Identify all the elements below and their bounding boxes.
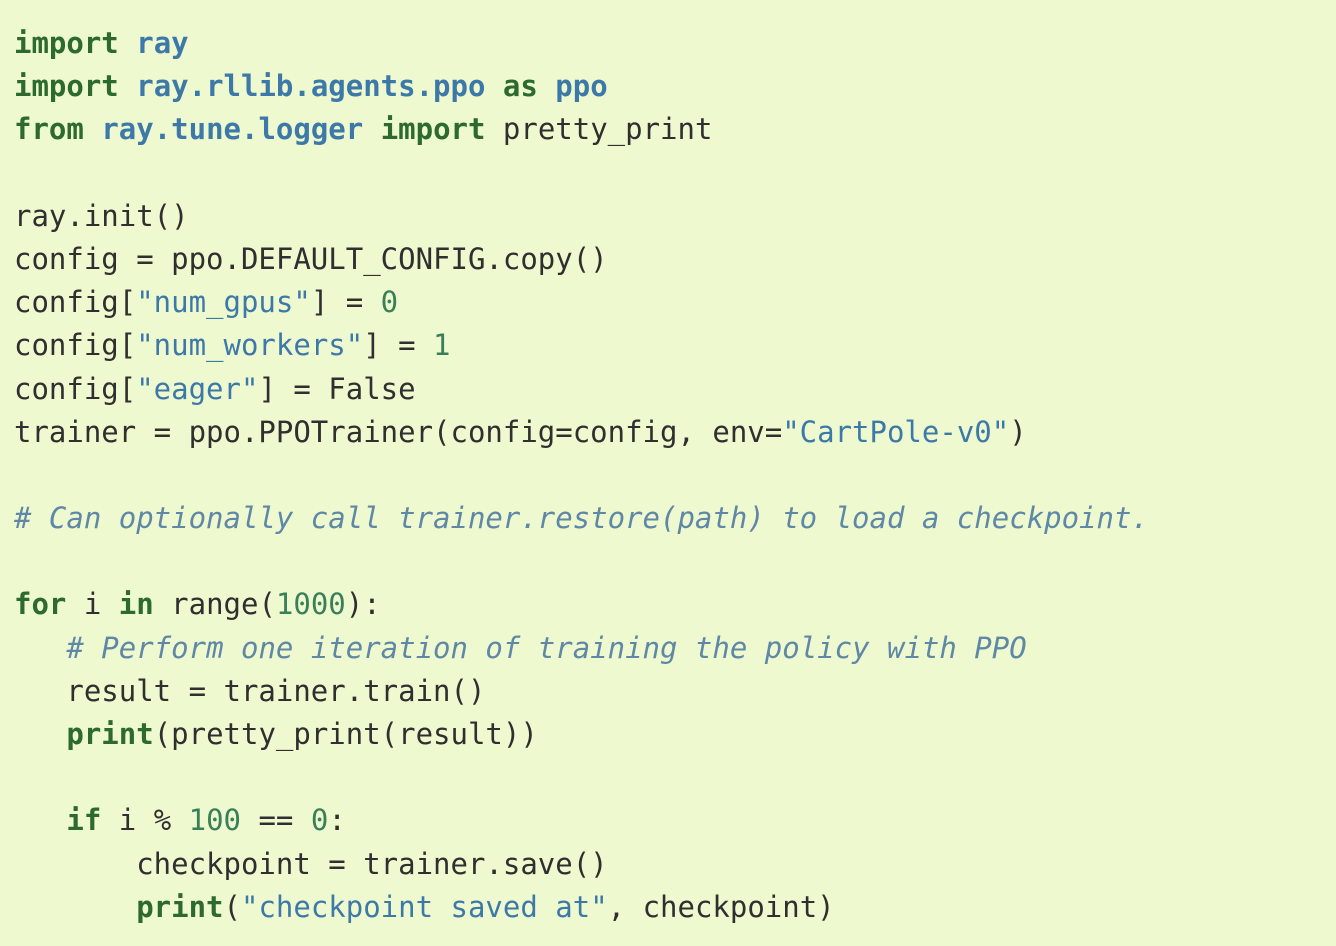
code-token-kw: for xyxy=(14,587,67,622)
code-token-plain: pretty_print xyxy=(485,112,713,147)
code-token-mod: ppo xyxy=(555,69,608,104)
code-line: # Can optionally call trainer.restore(pa… xyxy=(14,497,1336,540)
code-token-str: "eager" xyxy=(136,371,259,406)
code-token-plain: ] = xyxy=(310,285,381,320)
code-token-plain: i xyxy=(66,587,119,622)
code-token-plain: ): xyxy=(345,587,381,622)
code-token-mod: ray.tune.logger xyxy=(101,112,364,147)
code-line: print(pretty_print(result)) xyxy=(14,713,1336,756)
code-token-cmt: # Can optionally call trainer.restore(pa… xyxy=(14,501,1149,536)
code-token-mod: ray.rllib.agents.ppo xyxy=(136,69,486,104)
code-token-plain: ) xyxy=(1009,414,1027,449)
code-token-plain: i % xyxy=(101,803,189,838)
code-token-num: 100 xyxy=(188,803,242,838)
code-line: if i % 100 == 0: xyxy=(14,799,1336,842)
code-token-kw: import xyxy=(380,112,486,147)
code-line: for i in range(1000): xyxy=(14,583,1336,626)
code-token-str: "CartPole-v0" xyxy=(782,414,1010,449)
code-token-kw: as xyxy=(502,69,538,104)
code-token-plain: config[ xyxy=(14,328,137,363)
code-line: import ray xyxy=(14,22,1336,65)
code-token-plain: ( xyxy=(223,889,241,924)
code-token-plain: config[ xyxy=(14,371,137,406)
code-token-kw: from xyxy=(14,112,84,147)
code-token-kw: print xyxy=(136,889,224,924)
code-token-num: 1 xyxy=(433,328,451,363)
code-line: result = trainer.train() xyxy=(14,670,1336,713)
code-line: trainer = ppo.PPOTrainer(config=config, … xyxy=(14,411,1336,454)
code-token-plain: == xyxy=(241,803,311,838)
code-token-str: "checkpoint saved at" xyxy=(241,889,608,924)
code-line: config["num_workers"] = 1 xyxy=(14,324,1336,367)
code-token-kw: in xyxy=(118,587,154,622)
code-token-plain: trainer = ppo.PPOTrainer(config=config, … xyxy=(14,414,783,449)
code-line: config = ppo.DEFAULT_CONFIG.copy() xyxy=(14,238,1336,281)
code-line: checkpoint = trainer.save() xyxy=(14,843,1336,886)
code-token-num: 0 xyxy=(310,803,329,838)
code-token-kw: print xyxy=(66,717,154,751)
code-line: ray.init() xyxy=(14,195,1336,238)
code-token-str: "num_workers" xyxy=(136,328,364,363)
code-line: import ray.rllib.agents.ppo as ppo xyxy=(14,65,1336,108)
code-token-num: 0 xyxy=(380,285,399,320)
code-token-num: 1000 xyxy=(275,587,346,622)
code-block[interactable]: import ray import ray.rllib.agents.ppo as… xyxy=(14,22,1336,929)
code-token-kw: if xyxy=(66,803,102,838)
code-token-kw: import xyxy=(14,26,119,60)
code-line: # Perform one iteration of training the … xyxy=(14,627,1336,670)
code-viewer: import ray import ray.rllib.agents.ppo as… xyxy=(0,0,1336,946)
code-token-mod: ray xyxy=(136,26,189,60)
code-line: config["num_gpus"] = 0 xyxy=(14,281,1336,324)
code-token-plain: range( xyxy=(153,587,276,622)
code-token-plain: ray.init() xyxy=(14,198,189,233)
code-token-plain: ] = xyxy=(363,328,434,363)
code-token-plain: , checkpoint) xyxy=(607,889,835,924)
code-token-plain: : xyxy=(328,803,346,838)
code-line: from ray.tune.logger import pretty_print xyxy=(14,108,1336,151)
code-token-cmt: # Perform one iteration of training the … xyxy=(66,630,1027,665)
code-token-plain: (pretty_print(result)) xyxy=(153,717,538,751)
code-token-kw: import xyxy=(14,69,119,104)
code-token-plain: config[ xyxy=(14,285,137,320)
code-line: print("checkpoint saved at", checkpoint) xyxy=(14,886,1336,929)
code-token-plain: ] = False xyxy=(258,371,416,406)
code-token-plain: config = ppo.DEFAULT_CONFIG.copy() xyxy=(14,241,608,276)
code-token-plain: checkpoint = trainer.save() xyxy=(14,846,608,881)
code-token-str: "num_gpus" xyxy=(136,285,311,320)
code-token-plain: result = trainer.train() xyxy=(14,673,486,708)
code-line: config["eager"] = False xyxy=(14,368,1336,411)
